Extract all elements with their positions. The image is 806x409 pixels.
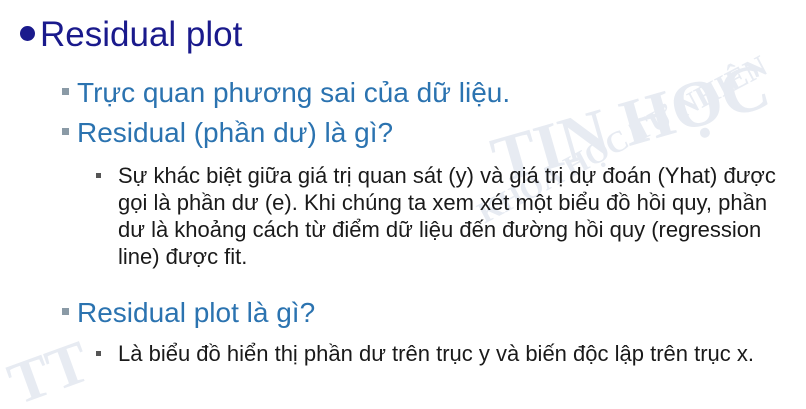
bullet-item-2-text: Residual (phần dư) là gì?: [77, 117, 394, 148]
sub-bullet-item-2: Là biểu đồ hiển thị phần dư trên trục y …: [96, 340, 778, 367]
sub-bullet-item-1-text: Sự khác biệt giữa giá trị quan sát (y) v…: [118, 163, 776, 269]
bullet-square-icon: [62, 88, 69, 96]
slide-title-text: Residual plot: [40, 15, 243, 54]
bullet-item-3: Residual plot là gì?: [62, 296, 315, 330]
bullet-small-square-icon: [96, 173, 101, 178]
bullet-small-square-icon: [96, 351, 101, 356]
slide-title: Residual plot: [20, 14, 242, 56]
sub-bullet-item-2-text: Là biểu đồ hiển thị phần dư trên trục y …: [118, 341, 755, 366]
bullet-item-3-text: Residual plot là gì?: [77, 297, 316, 328]
sub-bullet-item-1: Sự khác biệt giữa giá trị quan sát (y) v…: [96, 162, 778, 270]
bullet-item-2: Residual (phần dư) là gì?: [62, 116, 393, 150]
bullet-item-1: Trực quan phương sai của dữ liệu.: [62, 76, 510, 110]
bullet-item-1-text: Trực quan phương sai của dữ liệu.: [77, 77, 511, 108]
bullet-dot-icon: [20, 26, 35, 42]
slide: KHOA HỌC TỰ NHIÊN TIN HỌC TT Residual pl…: [0, 0, 806, 409]
bullet-square-icon: [62, 308, 69, 316]
slide-content: Residual plot Trực quan phương sai của d…: [0, 0, 806, 409]
bullet-square-icon: [62, 128, 69, 136]
